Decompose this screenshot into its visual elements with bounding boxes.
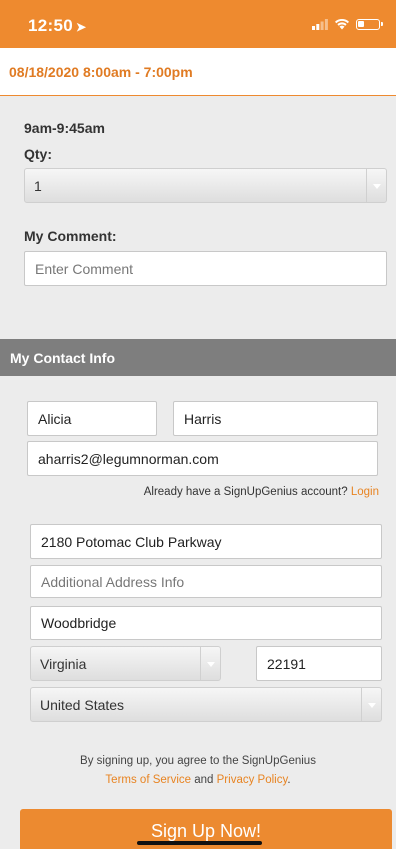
qty-label: Qty: bbox=[24, 146, 52, 162]
date-range-text: 08/18/2020 8:00am - 7:00pm bbox=[9, 64, 193, 80]
privacy-policy-link[interactable]: Privacy Policy bbox=[217, 774, 288, 786]
wifi-icon bbox=[335, 18, 349, 30]
terms-notice: By signing up, you agree to the SignUpGe… bbox=[0, 752, 396, 790]
email-field[interactable]: aharris2@legumnorman.com bbox=[27, 441, 378, 476]
country-select-value: United States bbox=[40, 696, 125, 713]
comment-input[interactable]: Enter Comment bbox=[24, 251, 387, 286]
status-bar: 12:50 ➤ bbox=[0, 0, 396, 48]
additional-address-placeholder: Additional Address Info bbox=[41, 573, 185, 590]
account-prompt-text: Already have a SignUpGenius account? bbox=[143, 486, 348, 498]
address-field[interactable]: 2180 Potomac Club Parkway bbox=[30, 524, 382, 559]
home-indicator bbox=[137, 841, 262, 845]
battery-icon bbox=[356, 18, 383, 30]
state-select[interactable]: Virginia bbox=[30, 646, 221, 681]
chevron-down-icon bbox=[361, 688, 381, 721]
terms-period: . bbox=[287, 774, 291, 786]
contact-info-header: My Contact Info bbox=[0, 339, 396, 376]
first-name-field[interactable]: Alicia bbox=[27, 401, 157, 436]
terms-and-text: and bbox=[191, 774, 217, 786]
first-name-value: Alicia bbox=[38, 410, 72, 427]
date-header: 08/18/2020 8:00am - 7:00pm bbox=[0, 48, 396, 96]
state-select-value: Virginia bbox=[40, 655, 87, 672]
additional-address-field[interactable]: Additional Address Info bbox=[30, 565, 382, 598]
location-arrow-icon: ➤ bbox=[75, 20, 87, 34]
terms-of-service-link[interactable]: Terms of Service bbox=[105, 774, 191, 786]
slot-time-label: 9am-9:45am bbox=[24, 120, 105, 136]
cellular-signal-icon bbox=[312, 18, 328, 30]
contact-info-title: My Contact Info bbox=[10, 350, 115, 366]
chevron-down-icon bbox=[366, 169, 386, 202]
address-value: 2180 Potomac Club Parkway bbox=[41, 533, 222, 550]
login-link[interactable]: Login bbox=[351, 486, 379, 498]
last-name-field[interactable]: Harris bbox=[173, 401, 378, 436]
qty-select[interactable]: 1 bbox=[24, 168, 387, 203]
city-value: Woodbridge bbox=[41, 615, 117, 631]
qty-select-value: 1 bbox=[34, 177, 42, 194]
status-time: 12:50 ➤ bbox=[28, 16, 86, 36]
zip-value: 22191 bbox=[267, 655, 306, 672]
status-icons bbox=[312, 18, 383, 30]
terms-line-2: Terms of Service and Privacy Policy. bbox=[0, 771, 396, 790]
account-prompt: Already have a SignUpGenius account? Log… bbox=[144, 486, 379, 498]
email-value: aharris2@legumnorman.com bbox=[38, 450, 219, 467]
terms-line-1: By signing up, you agree to the SignUpGe… bbox=[80, 755, 316, 767]
comment-placeholder: Enter Comment bbox=[35, 260, 134, 277]
zip-field[interactable]: 22191 bbox=[256, 646, 382, 681]
chevron-down-icon bbox=[200, 647, 220, 680]
comment-label: My Comment: bbox=[24, 228, 117, 244]
city-field[interactable]: Woodbridge bbox=[30, 606, 382, 640]
country-select[interactable]: United States bbox=[30, 687, 382, 722]
status-time-text: 12:50 bbox=[28, 16, 73, 35]
last-name-value: Harris bbox=[184, 410, 222, 427]
